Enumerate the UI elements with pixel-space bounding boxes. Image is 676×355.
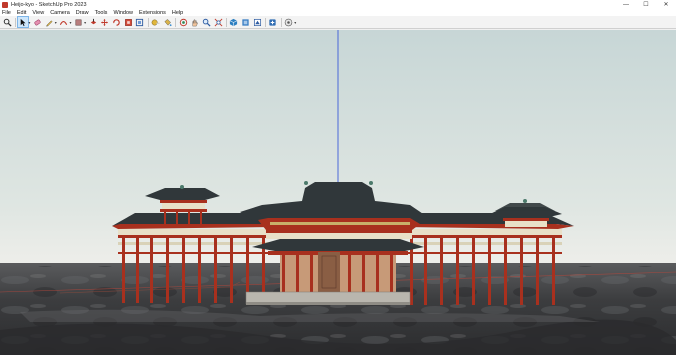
minimize-button[interactable]: — xyxy=(616,0,636,9)
zoom-extents-icon[interactable] xyxy=(213,17,223,27)
shape-dropdown-icon[interactable]: ▾ xyxy=(84,20,86,25)
menu-edit[interactable]: Edit xyxy=(17,10,26,16)
toolbar-separator xyxy=(147,17,149,27)
zoom-window-icon[interactable] xyxy=(201,17,211,27)
rotate-icon[interactable] xyxy=(112,17,122,27)
toolbar-separator xyxy=(175,17,176,27)
close-button[interactable]: ✕ xyxy=(656,0,676,9)
pencil-icon[interactable] xyxy=(44,17,54,27)
select-dropdown-icon[interactable]: ▾ xyxy=(28,20,30,25)
menu-tools[interactable]: Tools xyxy=(95,10,108,16)
move-icon[interactable] xyxy=(100,17,110,27)
settings-dropdown-icon[interactable]: ▾ xyxy=(294,20,296,25)
menu-window[interactable]: Window xyxy=(113,10,133,16)
arc-dropdown-icon[interactable]: ▾ xyxy=(69,20,71,25)
offset-icon[interactable] xyxy=(135,17,145,27)
menu-extensions[interactable]: Extensions xyxy=(139,10,166,16)
title-bar: Heijo-kyo - SketchUp Pro 2023 — ☐ ✕ xyxy=(0,0,676,9)
extension-manager-icon[interactable] xyxy=(268,17,278,27)
stone-platform-edge xyxy=(246,302,410,305)
eraser-icon[interactable] xyxy=(32,17,42,27)
orbit-icon[interactable] xyxy=(178,17,188,27)
pan-icon[interactable] xyxy=(190,17,200,27)
arc-icon[interactable] xyxy=(59,17,69,27)
sketchup-logo-icon xyxy=(2,1,8,8)
maximize-button[interactable]: ☐ xyxy=(636,0,656,9)
menu-camera[interactable]: Camera xyxy=(50,10,70,16)
window-controls: — ☐ ✕ xyxy=(616,0,676,9)
temple-scene xyxy=(0,30,676,355)
window-title: Heijo-kyo - SketchUp Pro 2023 xyxy=(11,1,87,8)
scale-icon[interactable] xyxy=(123,17,133,27)
zoom-icon[interactable] xyxy=(2,17,12,27)
model-viewport[interactable] xyxy=(0,30,676,355)
menu-bar: File Edit View Camera Draw Tools Window … xyxy=(0,9,676,16)
menu-file[interactable]: File xyxy=(2,10,11,16)
pencil-dropdown-icon[interactable]: ▾ xyxy=(55,20,57,25)
toolbar-separator xyxy=(14,17,16,27)
select-icon[interactable] xyxy=(16,16,29,28)
extension-warehouse-icon[interactable] xyxy=(240,17,250,27)
shape-icon[interactable] xyxy=(73,17,83,27)
menu-draw[interactable]: Draw xyxy=(76,10,89,16)
paint-bucket-icon[interactable] xyxy=(162,17,172,27)
toolbar-separator xyxy=(280,17,282,27)
3d-warehouse-icon[interactable] xyxy=(229,17,239,27)
toolbar: ▾ ▾ ▾ ▾ ▾ xyxy=(0,16,676,29)
toolbar-separator xyxy=(225,17,227,27)
menu-help[interactable]: Help xyxy=(172,10,183,16)
layout-icon[interactable] xyxy=(252,17,262,27)
settings-icon[interactable] xyxy=(284,17,294,27)
push-pull-icon[interactable] xyxy=(88,17,98,27)
menu-view[interactable]: View xyxy=(32,10,44,16)
tape-measure-icon[interactable] xyxy=(151,17,161,27)
toolbar-separator xyxy=(264,17,266,27)
